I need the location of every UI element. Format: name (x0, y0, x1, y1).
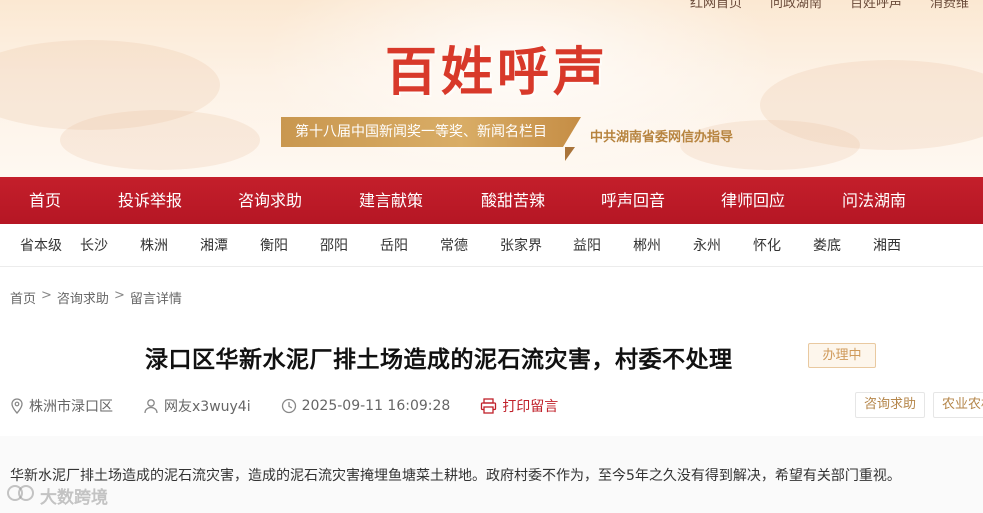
city-chenzhou[interactable]: 郴州 (633, 235, 693, 255)
printer-icon (480, 398, 497, 414)
post-time: 2025-09-11 16:09:28 (301, 398, 451, 414)
nav-complaint[interactable]: 投诉举报 (90, 177, 210, 224)
meta-location: 株洲市渌口区 (10, 396, 113, 416)
user-icon (143, 398, 159, 414)
top-link-homepage[interactable]: 红网首页 (676, 0, 756, 13)
city-hengyang[interactable]: 衡阳 (260, 235, 320, 255)
guide-text: 中共湖南省委网信办指导 (590, 130, 734, 145)
post-meta: 株洲市渌口区 网友x3wuy4i 2025-09-11 16:09:28 打印留… (10, 396, 588, 416)
breadcrumb-section[interactable]: 咨询求助 (57, 288, 109, 307)
breadcrumb-separator: > (41, 288, 52, 303)
status-badge: 办理中 (808, 343, 876, 368)
top-link-wenzheng[interactable]: 问政湖南 (756, 0, 836, 13)
city-loudi[interactable]: 娄底 (813, 235, 873, 255)
city-xiangxi[interactable]: 湘西 (873, 235, 933, 255)
post-content: 华新水泥厂排土场造成的泥石流灾害，造成的泥石流灾害掩埋鱼塘菜土耕地。政府村委不作… (10, 468, 901, 484)
header-banner: 红网首页 问政湖南 百姓呼声 消费维 百姓呼声 第十八届中国新闻奖一等奖、新闻名… (0, 0, 983, 177)
city-zhuzhou[interactable]: 株洲 (140, 235, 200, 255)
print-label: 打印留言 (502, 399, 559, 415)
site-logo[interactable]: 百姓呼声 (385, 30, 609, 105)
city-changsha[interactable]: 长沙 (80, 235, 140, 255)
breadcrumb-home[interactable]: 首页 (10, 288, 36, 307)
city-zhangjiajie[interactable]: 张家界 (500, 235, 573, 255)
banner-cloud (60, 110, 260, 170)
watermark-text: 大数跨境 (40, 488, 108, 508)
breadcrumb: 首页 > 咨询求助 > 留言详情 (10, 288, 182, 307)
breadcrumb-current: 留言详情 (129, 292, 182, 307)
post-title: 渌口区华新水泥厂排土场造成的泥石流灾害，村委不处理 (145, 347, 733, 373)
breadcrumb-separator: > (113, 288, 125, 303)
award-ribbon: 第十八届中国新闻奖一等奖、新闻名栏目 (281, 117, 581, 147)
city-nav: 省本级 长沙 株洲 湘潭 衡阳 邵阳 岳阳 常德 张家界 益阳 郴州 永州 怀化… (0, 224, 983, 267)
nav-suggest[interactable]: 建言献策 (330, 177, 452, 224)
city-yongzhou[interactable]: 永州 (693, 235, 753, 255)
print-button[interactable]: 打印留言 (480, 396, 558, 416)
tag-agriculture[interactable]: 农业农村 (933, 392, 983, 418)
watermark: 大数跨境 (6, 483, 108, 508)
nav-echo[interactable]: 呼声回音 (574, 177, 692, 224)
nav-home[interactable]: 首页 (0, 177, 90, 224)
city-xiangtan[interactable]: 湘潭 (200, 235, 260, 255)
tag-consult[interactable]: 咨询求助 (855, 392, 926, 418)
nav-law-hunan[interactable]: 问法湖南 (814, 177, 934, 224)
location-pin-icon (10, 398, 24, 414)
city-province[interactable]: 省本级 (20, 235, 80, 255)
tag-list: 咨询求助 农业农村 (855, 392, 983, 422)
author-name: 网友x3wuy4i (164, 399, 251, 415)
location-text: 株洲市渌口区 (29, 399, 113, 415)
nav-lawyer[interactable]: 律师回应 (692, 177, 814, 224)
city-changde[interactable]: 常德 (440, 235, 500, 255)
nav-consult[interactable]: 咨询求助 (210, 177, 330, 224)
watermark-logo-icon (6, 484, 36, 507)
city-yiyang[interactable]: 益阳 (573, 235, 633, 255)
meta-author: 网友x3wuy4i (143, 396, 251, 416)
city-huaihua[interactable]: 怀化 (753, 235, 813, 255)
meta-time: 2025-09-11 16:09:28 (281, 398, 451, 414)
top-links: 红网首页 问政湖南 百姓呼声 消费维 (676, 0, 983, 13)
city-yueyang[interactable]: 岳阳 (380, 235, 440, 255)
clock-icon (281, 398, 297, 414)
top-link-baixing[interactable]: 百姓呼声 (836, 0, 916, 13)
top-link-consumer[interactable]: 消费维 (916, 0, 983, 13)
nav-life[interactable]: 酸甜苦辣 (452, 177, 574, 224)
city-shaoyang[interactable]: 邵阳 (320, 235, 380, 255)
main-nav: 首页 投诉举报 咨询求助 建言献策 酸甜苦辣 呼声回音 律师回应 问法湖南 (0, 177, 983, 224)
